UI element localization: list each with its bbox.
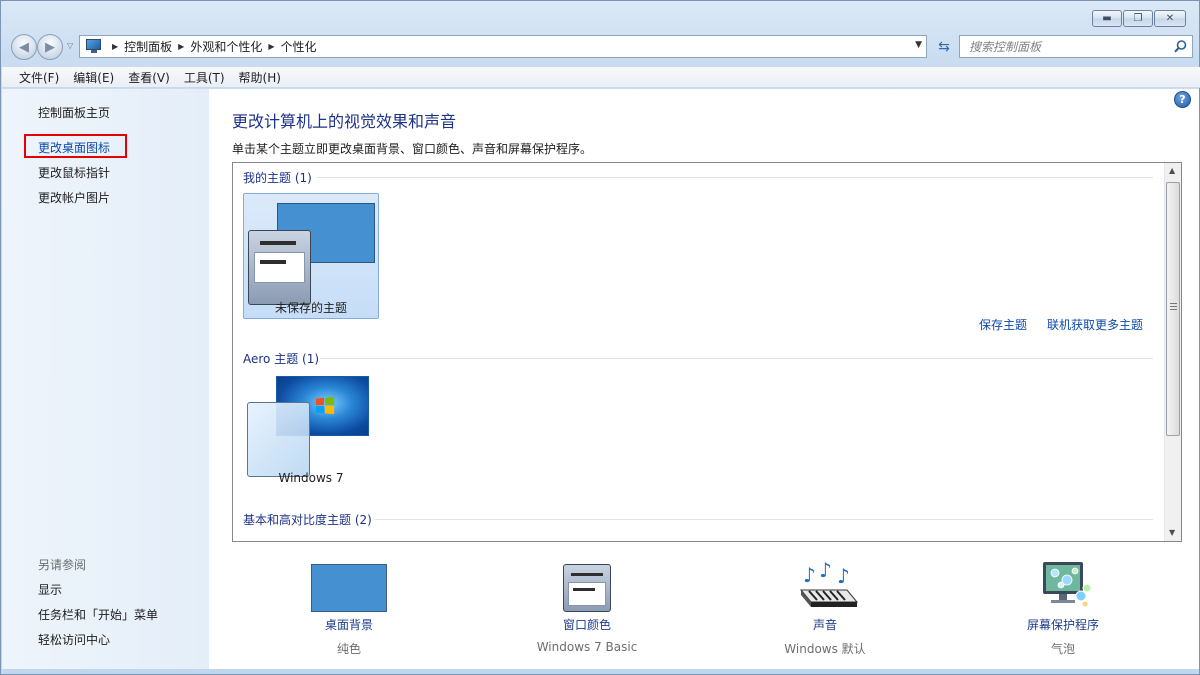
close-button[interactable]: ✕	[1154, 10, 1186, 27]
refresh-icon: ⇆	[938, 38, 950, 55]
see-also-heading: 另请参阅	[38, 558, 87, 572]
task-pane: 控制面板主页 更改桌面图标 更改鼠标指针 更改帐户图片 另请参阅 显示 任务栏和…	[2, 89, 209, 669]
group-divider	[317, 177, 1153, 178]
control-panel-icon	[84, 38, 106, 55]
minimize-button[interactable]: ▬	[1092, 10, 1122, 27]
sounds-icon: ♪ ♪ ♪	[787, 558, 863, 610]
window-color-value: Windows 7 Basic	[536, 640, 638, 654]
breadcrumb-control-panel[interactable]: 控制面板	[124, 38, 172, 55]
menu-help[interactable]: 帮助(H)	[232, 69, 288, 86]
maximize-button[interactable]: ❐	[1123, 10, 1153, 27]
desktop-background-label[interactable]: 桌面背景	[259, 616, 439, 633]
sounds-setting[interactable]: ♪ ♪ ♪ 声音 Windows 默认	[735, 556, 915, 657]
window-color-icon	[549, 560, 625, 612]
breadcrumb-personalization[interactable]: 个性化	[281, 38, 317, 55]
breadcrumb-appearance[interactable]: 外观和个性化	[190, 38, 262, 55]
address-bar[interactable]: ▶ 控制面板 ▶ 外观和个性化 ▶ 个性化 ▼	[79, 35, 927, 58]
close-icon: ✕	[1165, 13, 1175, 24]
ease-of-access-link[interactable]: 轻松访问中心	[38, 631, 110, 648]
main-content: ? 更改计算机上的视觉效果和声音 单击某个主题立即更改桌面背景、窗口颜色、声音和…	[209, 89, 1199, 669]
page-title: 更改计算机上的视觉效果和声音	[232, 112, 457, 131]
change-account-picture-link[interactable]: 更改帐户图片	[38, 189, 110, 206]
navigation-bar: ◀ ▶ ▽ ▶ 控制面板 ▶ 外观和个性化 ▶ 个性化 ▼ ⇆	[9, 33, 1193, 60]
desktop-background-value: 纯色	[336, 642, 361, 656]
search-box	[959, 35, 1193, 58]
theme-windows7[interactable]: Windows 7	[243, 373, 379, 499]
menu-file[interactable]: 文件(F)	[12, 69, 66, 86]
desktop-background-setting[interactable]: 桌面背景 纯色	[259, 556, 439, 657]
group-aero-themes[interactable]: Aero 主题 (1)	[243, 350, 319, 367]
theme-unsaved[interactable]: 未保存的主题	[243, 193, 379, 319]
breadcrumb-arrow-icon[interactable]: ▶	[178, 42, 184, 51]
breadcrumb-arrow-icon[interactable]: ▶	[268, 42, 274, 51]
preview-window-body	[254, 252, 305, 283]
window-color-label[interactable]: 窗口颜色	[497, 616, 677, 633]
group-divider	[320, 358, 1153, 359]
group-basic-high-contrast-themes[interactable]: 基本和高对比度主题 (2)	[243, 511, 372, 528]
screen-saver-label[interactable]: 屏幕保护程序	[973, 616, 1153, 633]
svg-text:♪: ♪	[803, 563, 816, 587]
breadcrumb-arrow-icon[interactable]: ▶	[112, 42, 118, 51]
scrollbar-thumb[interactable]	[1166, 182, 1180, 436]
menu-view[interactable]: 查看(V)	[121, 69, 177, 86]
forward-arrow-icon: ▶	[45, 39, 55, 55]
theme-unsaved-label: 未保存的主题	[274, 301, 347, 315]
theme-preview-window	[248, 230, 311, 305]
group-my-themes[interactable]: 我的主题 (1)	[243, 169, 312, 186]
sounds-value: Windows 默认	[784, 642, 866, 656]
theme-windows7-label: Windows 7	[278, 471, 344, 485]
desktop-background-icon	[311, 560, 387, 612]
help-icon[interactable]: ?	[1174, 91, 1191, 108]
save-theme-link[interactable]: 保存主题	[979, 316, 1027, 333]
search-icon[interactable]	[1173, 39, 1188, 54]
forward-button[interactable]: ▶	[37, 34, 63, 60]
minimize-icon: ▬	[1102, 13, 1112, 24]
screen-saver-setting[interactable]: 屏幕保护程序 气泡	[973, 556, 1153, 657]
back-button[interactable]: ◀	[11, 34, 37, 60]
theme-settings-row: 桌面背景 纯色 窗口颜色 Windows 7 Basic ♪ ♪ ♪ 声音 Wi…	[209, 556, 1199, 666]
search-input[interactable]	[960, 36, 1160, 57]
back-arrow-icon: ◀	[19, 39, 29, 55]
taskbar-start-menu-link[interactable]: 任务栏和「开始」菜单	[38, 606, 158, 623]
svg-text:♪: ♪	[837, 564, 850, 588]
recent-pages-dropdown-icon[interactable]: ▽	[67, 41, 73, 50]
change-desktop-icons-link[interactable]: 更改桌面图标	[38, 139, 110, 156]
get-more-themes-link[interactable]: 联机获取更多主题	[1047, 316, 1143, 333]
display-link[interactable]: 显示	[38, 581, 62, 598]
page-subtitle: 单击某个主题立即更改桌面背景、窗口颜色、声音和屏幕保护程序。	[232, 142, 593, 156]
caption-buttons: ▬ ❐ ✕	[1092, 10, 1186, 27]
maximize-icon: ❐	[1133, 13, 1143, 24]
refresh-button[interactable]: ⇆	[931, 35, 957, 58]
window-color-setting[interactable]: 窗口颜色 Windows 7 Basic	[497, 556, 677, 654]
menu-bar: 文件(F) 编辑(E) 查看(V) 工具(T) 帮助(H)	[2, 67, 1200, 88]
theme-list-scrollbar[interactable]: ▲ ▼	[1164, 163, 1181, 541]
theme-preview-window	[247, 402, 310, 477]
change-mouse-pointers-link[interactable]: 更改鼠标指针	[38, 164, 110, 181]
window-frame: ▬ ❐ ✕ ◀ ▶ ▽ ▶ 控制面板 ▶ 外观和个性化 ▶ 个性化 ▼ ⇆ 搜索…	[0, 0, 1200, 675]
svg-text:♪: ♪	[819, 560, 832, 582]
menu-tools[interactable]: 工具(T)	[177, 69, 232, 86]
preview-titlebar	[260, 241, 296, 245]
control-panel-home-link[interactable]: 控制面板主页	[38, 104, 110, 121]
windows-logo-icon	[315, 396, 335, 415]
sounds-label[interactable]: 声音	[735, 616, 915, 633]
scroll-up-icon[interactable]: ▲	[1169, 166, 1175, 175]
group-divider	[375, 519, 1153, 520]
menu-edit[interactable]: 编辑(E)	[66, 69, 121, 86]
screen-saver-value: 气泡	[1050, 642, 1075, 656]
screen-saver-icon	[1025, 560, 1101, 610]
theme-list: 我的主题 (1) 未保存的主题 保存主题 联机获取更多主题 Aero 主题 (1…	[232, 162, 1182, 542]
scroll-down-icon[interactable]: ▼	[1169, 528, 1175, 537]
address-dropdown-icon[interactable]: ▼	[915, 40, 922, 50]
